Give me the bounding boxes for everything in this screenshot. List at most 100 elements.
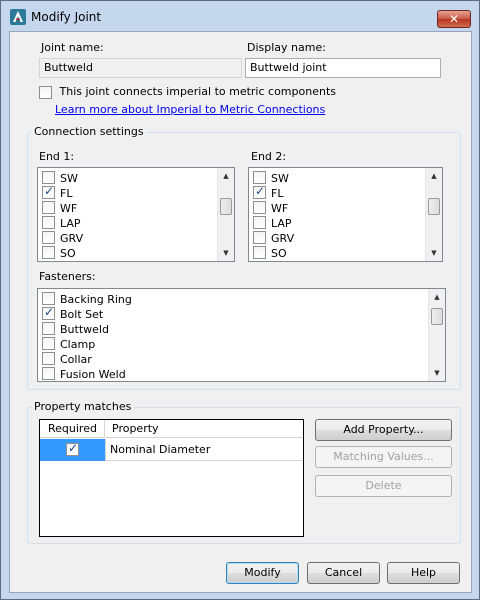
close-icon: ✕ bbox=[448, 12, 460, 26]
table-row[interactable]: Nominal Diameter bbox=[40, 439, 303, 461]
list-item-checkbox[interactable] bbox=[253, 184, 266, 199]
display-name-label: Display name: bbox=[247, 41, 326, 54]
delete-button[interactable]: Delete bbox=[315, 475, 452, 497]
end2-label: End 2: bbox=[251, 150, 287, 163]
list-item-checkbox[interactable] bbox=[42, 171, 55, 184]
fasteners-label: Fasteners: bbox=[39, 270, 96, 283]
end1-label: End 1: bbox=[39, 150, 75, 163]
list-item-checkbox[interactable] bbox=[42, 322, 55, 335]
learn-more-link[interactable]: Learn more about Imperial to Metric Conn… bbox=[55, 103, 325, 116]
add-property-button[interactable]: Add Property... bbox=[315, 419, 452, 441]
list-item-checkbox[interactable] bbox=[42, 352, 55, 365]
list-item[interactable]: GRV bbox=[253, 231, 294, 246]
end2-scrollbar[interactable]: ▲ ▼ bbox=[425, 168, 442, 261]
list-item[interactable]: Buttweld bbox=[42, 322, 109, 337]
list-item-label: WF bbox=[60, 202, 78, 215]
list-item-checkbox[interactable] bbox=[253, 246, 266, 259]
fasteners-listbox[interactable]: Fusion Weld Collar Clamp Buttweld Bolt Set Ba… bbox=[37, 288, 446, 382]
list-item[interactable]: Backing Ring bbox=[42, 292, 132, 307]
list-item-checkbox[interactable] bbox=[253, 171, 266, 184]
list-item[interactable]: WF bbox=[42, 201, 77, 216]
scroll-up-icon[interactable]: ▲ bbox=[218, 168, 234, 184]
list-item[interactable]: Clamp bbox=[42, 337, 95, 352]
list-item[interactable]: SO bbox=[42, 246, 76, 261]
list-item-label: Fusion Weld bbox=[60, 368, 126, 381]
list-item[interactable]: Collar bbox=[42, 352, 92, 367]
list-item[interactable]: SO bbox=[253, 246, 287, 261]
list-item-checkbox[interactable] bbox=[42, 367, 55, 380]
list-item-checkbox[interactable] bbox=[253, 201, 266, 214]
list-item-checkbox[interactable] bbox=[42, 184, 55, 199]
title-bar[interactable]: Modify Joint ✕ bbox=[1, 1, 479, 31]
display-name-field[interactable]: Buttweld joint bbox=[245, 58, 441, 78]
list-item[interactable]: Bolt Set bbox=[42, 305, 103, 322]
list-item-checkbox[interactable] bbox=[253, 231, 266, 244]
list-item-checkbox[interactable] bbox=[42, 246, 55, 259]
scroll-thumb[interactable] bbox=[431, 308, 443, 325]
connection-settings-title: Connection settings bbox=[32, 125, 146, 138]
imperial-metric-checkbox-row[interactable]: This joint connects imperial to metric c… bbox=[39, 85, 336, 99]
scroll-thumb[interactable] bbox=[428, 198, 440, 215]
scroll-down-icon[interactable]: ▼ bbox=[426, 245, 442, 261]
window-title: Modify Joint bbox=[31, 10, 102, 24]
list-item-checkbox[interactable] bbox=[42, 216, 55, 229]
list-item-label: GRV bbox=[60, 232, 84, 245]
end2-listbox[interactable]: SO GRV LAP WF FL SW ▲ ▼ bbox=[248, 167, 443, 262]
joint-name-label: Joint name: bbox=[41, 41, 104, 54]
column-header-required[interactable]: Required bbox=[40, 420, 105, 438]
list-item[interactable]: GRV bbox=[42, 231, 83, 246]
required-checkbox[interactable] bbox=[66, 441, 79, 456]
modify-button[interactable]: Modify bbox=[226, 562, 299, 584]
list-item[interactable]: Fusion Weld bbox=[42, 367, 126, 381]
list-item-label: FL bbox=[271, 187, 284, 200]
list-item-label: Collar bbox=[60, 353, 92, 366]
list-item[interactable]: LAP bbox=[42, 216, 81, 231]
list-item-label: SW bbox=[60, 172, 78, 185]
end1-listbox[interactable]: SO GRV LAP WF FL SW ▲ ▼ bbox=[37, 167, 235, 262]
help-button[interactable]: Help bbox=[387, 562, 460, 584]
fasteners-scrollbar[interactable]: ▲ ▼ bbox=[428, 289, 445, 381]
list-item-label: LAP bbox=[271, 217, 292, 230]
joint-name-field: Buttweld bbox=[39, 58, 242, 78]
list-item-label: LAP bbox=[60, 217, 81, 230]
list-item[interactable]: LAP bbox=[253, 216, 292, 231]
list-item-label: Clamp bbox=[60, 338, 96, 351]
column-header-property[interactable]: Property bbox=[106, 420, 303, 438]
scroll-up-icon[interactable]: ▲ bbox=[429, 289, 445, 305]
list-item[interactable]: FL bbox=[253, 184, 284, 201]
dialog-client-area: Joint name: Buttweld Display name: Buttw… bbox=[9, 31, 472, 593]
scroll-up-icon[interactable]: ▲ bbox=[426, 168, 442, 184]
list-item[interactable]: FL bbox=[42, 184, 73, 201]
imperial-metric-checkbox[interactable] bbox=[39, 85, 52, 99]
list-item-checkbox[interactable] bbox=[42, 231, 55, 244]
property-grid[interactable]: Required Property Nominal Diameter bbox=[39, 419, 304, 537]
property-cell[interactable]: Nominal Diameter bbox=[106, 439, 303, 461]
list-item-checkbox[interactable] bbox=[42, 337, 55, 350]
list-item-checkbox[interactable] bbox=[253, 216, 266, 229]
list-item-label: SW bbox=[271, 172, 289, 185]
scroll-down-icon[interactable]: ▼ bbox=[218, 245, 234, 261]
list-item-checkbox[interactable] bbox=[42, 292, 55, 305]
end1-scrollbar[interactable]: ▲ ▼ bbox=[217, 168, 234, 261]
list-item[interactable]: WF bbox=[253, 201, 288, 216]
list-item-label: SO bbox=[60, 247, 76, 260]
list-item-label: Buttweld bbox=[60, 323, 109, 336]
required-cell[interactable] bbox=[40, 439, 106, 461]
list-item-label: SO bbox=[271, 247, 287, 260]
property-matches-title: Property matches bbox=[32, 400, 134, 413]
modify-joint-dialog: Modify Joint ✕ Joint name: Buttweld Disp… bbox=[0, 0, 480, 600]
list-item-checkbox[interactable] bbox=[42, 201, 55, 214]
list-item[interactable]: SW bbox=[253, 171, 289, 186]
list-item-checkbox[interactable] bbox=[42, 305, 55, 320]
list-item-label: Backing Ring bbox=[60, 293, 132, 306]
autocad-app-icon bbox=[10, 9, 26, 25]
list-item[interactable]: SW bbox=[42, 171, 78, 186]
cancel-button[interactable]: Cancel bbox=[307, 562, 380, 584]
list-item-label: GRV bbox=[271, 232, 295, 245]
list-item-label: WF bbox=[271, 202, 289, 215]
list-item-label: FL bbox=[60, 187, 73, 200]
close-button[interactable]: ✕ bbox=[437, 10, 471, 28]
scroll-down-icon[interactable]: ▼ bbox=[429, 365, 445, 381]
matching-values-button[interactable]: Matching Values... bbox=[315, 446, 452, 468]
scroll-thumb[interactable] bbox=[220, 198, 232, 215]
